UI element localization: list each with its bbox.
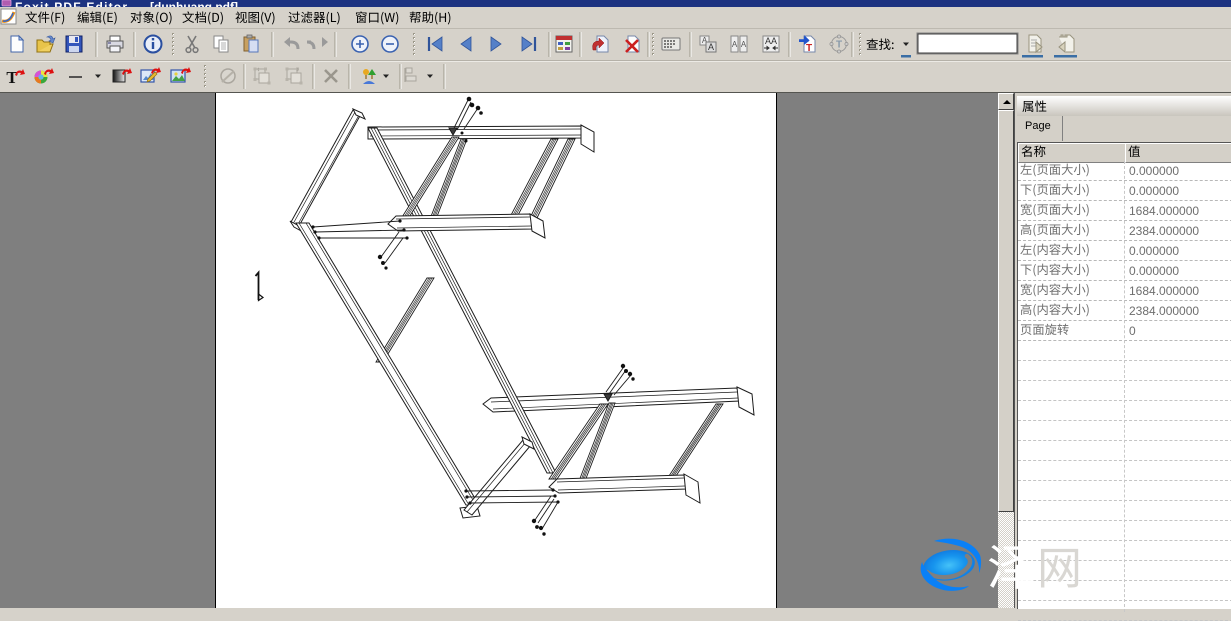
- svg-text:T: T: [806, 43, 812, 54]
- svg-text:AA: AA: [765, 36, 777, 46]
- svg-text:A: A: [741, 40, 747, 49]
- svg-text:A: A: [732, 40, 738, 49]
- svg-text:T: T: [6, 68, 18, 87]
- svg-text:A: A: [708, 42, 714, 52]
- svg-text:T: T: [836, 40, 842, 51]
